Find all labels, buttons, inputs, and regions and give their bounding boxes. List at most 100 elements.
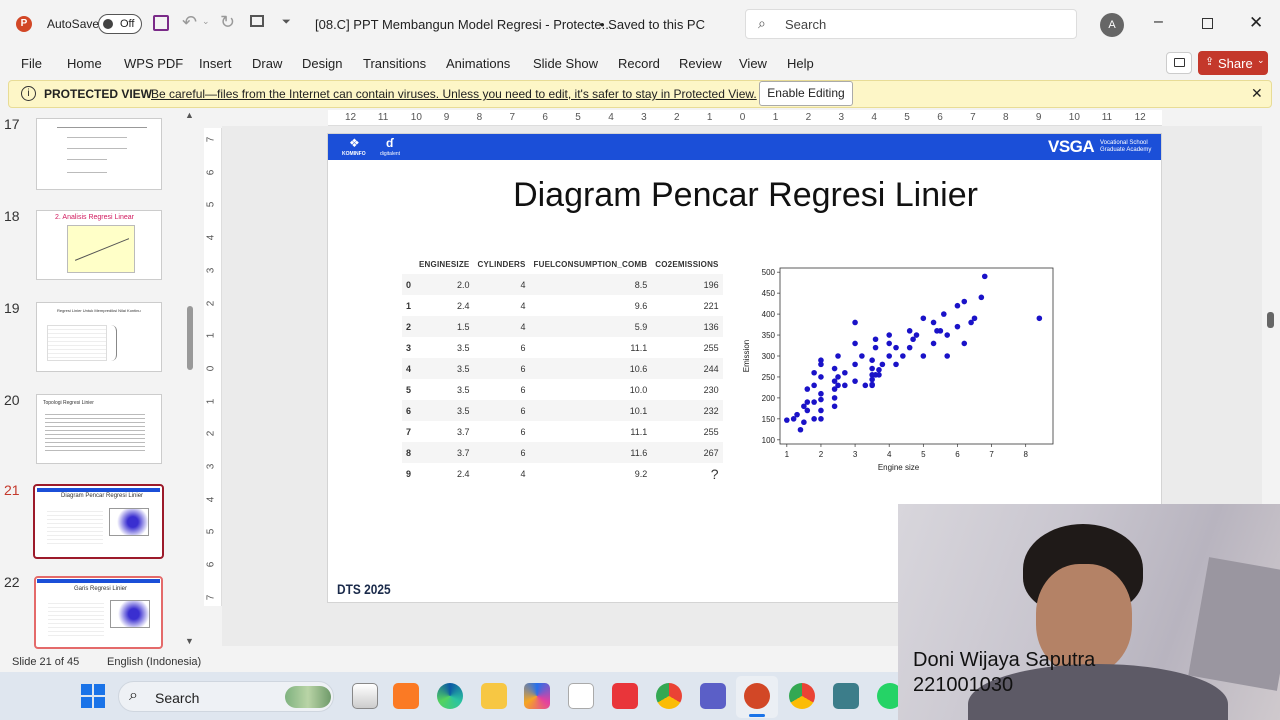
menu-wps-pdf[interactable]: WPS PDF (124, 56, 183, 71)
table-cell: 3.5 (456, 384, 470, 395)
menu-design[interactable]: Design (302, 56, 342, 71)
scatter-point (794, 411, 800, 418)
y-tick-label: 350 (762, 331, 776, 340)
x-tick-label: 7 (989, 450, 994, 459)
scatter-point (852, 378, 858, 384)
scatter-chart: 1 2 3 4 5 6 7 8 100 150 200 250 300 350 400 450 500 Engin… (742, 267, 1054, 472)
wps-icon[interactable] (612, 683, 638, 709)
close-window-icon[interactable]: ✕ (1249, 13, 1263, 33)
menu-animations[interactable]: Animations (446, 56, 510, 71)
store-icon[interactable] (568, 683, 594, 709)
scatter-point (801, 419, 807, 426)
scatter-point (900, 353, 906, 359)
file-explorer-icon[interactable] (481, 683, 507, 709)
y-tick-label: 300 (762, 352, 776, 361)
enable-editing-button[interactable]: Enable Editing (759, 81, 853, 106)
menu-file[interactable]: File (21, 56, 42, 71)
teams-icon[interactable] (700, 683, 726, 709)
slide-thumbnail-19[interactable]: Regresi Linier Untuk Memprediksi Nilai K… (36, 302, 162, 372)
menu-transitions[interactable]: Transitions (363, 56, 426, 71)
row-index: 6 (402, 400, 416, 421)
share-button[interactable]: ⇪ Share ⌄ (1198, 51, 1268, 75)
edge-icon[interactable] (437, 683, 463, 709)
slide-thumbnail-22[interactable]: Garis Regresi Linier (34, 576, 163, 649)
close-bar-icon[interactable]: ✕ (1251, 85, 1263, 102)
thumb-formula (67, 137, 127, 149)
powerpoint-taskbar-active[interactable] (736, 676, 778, 718)
share-dropdown-icon: ⌄ (1257, 55, 1265, 65)
save-icon[interactable] (153, 15, 169, 31)
ruler-tick-label: 6 (542, 112, 548, 123)
menu-help[interactable]: Help (787, 56, 814, 71)
vsga-logo: VSGA (1048, 137, 1095, 156)
copilot-icon[interactable] (524, 683, 550, 709)
menu-view[interactable]: View (739, 56, 767, 71)
scatter-point (811, 369, 817, 376)
row-index: 3 (406, 342, 412, 353)
thumbnail-scrollbar[interactable] (187, 306, 193, 370)
redo-icon[interactable]: ↻ (220, 12, 235, 33)
canvas-scrollbar[interactable] (1267, 312, 1274, 328)
table-cell: ? (710, 465, 719, 482)
task-view-icon[interactable] (352, 683, 378, 709)
slide-thumbnail-18[interactable]: 2. Analisis Regresi Linear (36, 210, 162, 280)
scroll-down-icon[interactable]: ▼ (185, 636, 194, 646)
taskbar-search-label: Search (155, 690, 200, 706)
y-tick-label: 500 (762, 268, 776, 277)
ruler-tick-label: 9 (443, 112, 450, 123)
start-windows-icon[interactable] (81, 684, 105, 708)
undo-dropdown-icon[interactable]: ⌄ (202, 16, 210, 27)
scatter-point (831, 403, 838, 410)
scatter-point (920, 315, 927, 322)
scatter-point (872, 336, 879, 343)
vsga-tagline-2: Graduate Academy (1100, 147, 1152, 153)
customize-toolbar-icon[interactable]: ⏷ (282, 16, 291, 29)
slide-counter[interactable]: Slide 21 of 45 (12, 656, 79, 668)
share-label: Share (1218, 56, 1253, 71)
undo-icon[interactable]: ↶ (182, 12, 197, 33)
thumb-brace (111, 325, 117, 361)
search-box[interactable]: ⌕ Search (745, 9, 1077, 39)
slide-thumbnail-17[interactable] (36, 118, 162, 190)
scroll-up-icon[interactable]: ▲ (185, 110, 194, 120)
comments-button[interactable] (1166, 52, 1192, 74)
table-cell: 3.5 (415, 358, 474, 379)
scatter-point (831, 365, 838, 372)
minimize-icon[interactable]: – (1154, 13, 1163, 31)
autosave-toggle[interactable]: Off (98, 14, 142, 34)
menu-review[interactable]: Review (679, 56, 722, 71)
search-placeholder: Search (785, 17, 827, 32)
taskbar-search-box[interactable]: ⌕ Search (118, 681, 334, 712)
present-icon[interactable] (250, 15, 264, 27)
menu-insert[interactable]: Insert (199, 56, 232, 71)
table-cell: 136 (651, 316, 723, 337)
ruler-tick-label: 0 (739, 112, 746, 123)
menu-record[interactable]: Record (618, 56, 660, 71)
chrome-icon[interactable] (656, 683, 682, 709)
slide-thumbnail-20[interactable]: Topologi Regresi Linier (36, 394, 162, 464)
scatter-point (893, 344, 899, 351)
table-header-cell (402, 254, 415, 274)
chrome-profile-icon[interactable] (789, 683, 815, 709)
start-tile (81, 697, 92, 708)
protected-view-message[interactable]: Be careful—files from the Internet can c… (151, 87, 757, 101)
maximize-icon[interactable] (1202, 18, 1213, 29)
ruler-tick-label: 5 (205, 202, 217, 208)
thumb-number: 19 (4, 300, 20, 316)
scatter-point (869, 381, 875, 388)
ruler-tick-label: 1 (772, 112, 779, 123)
app-icon[interactable] (833, 683, 859, 709)
autosave-state: Off (120, 18, 135, 30)
scatter-point (811, 382, 817, 389)
thumb-number: 17 (4, 116, 20, 132)
language-status[interactable]: English (Indonesia) (107, 656, 201, 668)
table-cell: 2.4 (456, 300, 470, 311)
avatar[interactable]: A (1100, 13, 1124, 37)
menu-slide-show[interactable]: Slide Show (533, 56, 598, 71)
ruler-tick-label: 11 (1101, 112, 1113, 123)
xampp-icon[interactable] (393, 683, 419, 709)
menu-draw[interactable]: Draw (252, 56, 282, 71)
table-cell: 6 (520, 384, 526, 395)
menu-home[interactable]: Home (67, 56, 102, 71)
slide-thumbnail-21-selected[interactable]: Diagram Pencar Regresi Linier (33, 484, 164, 559)
